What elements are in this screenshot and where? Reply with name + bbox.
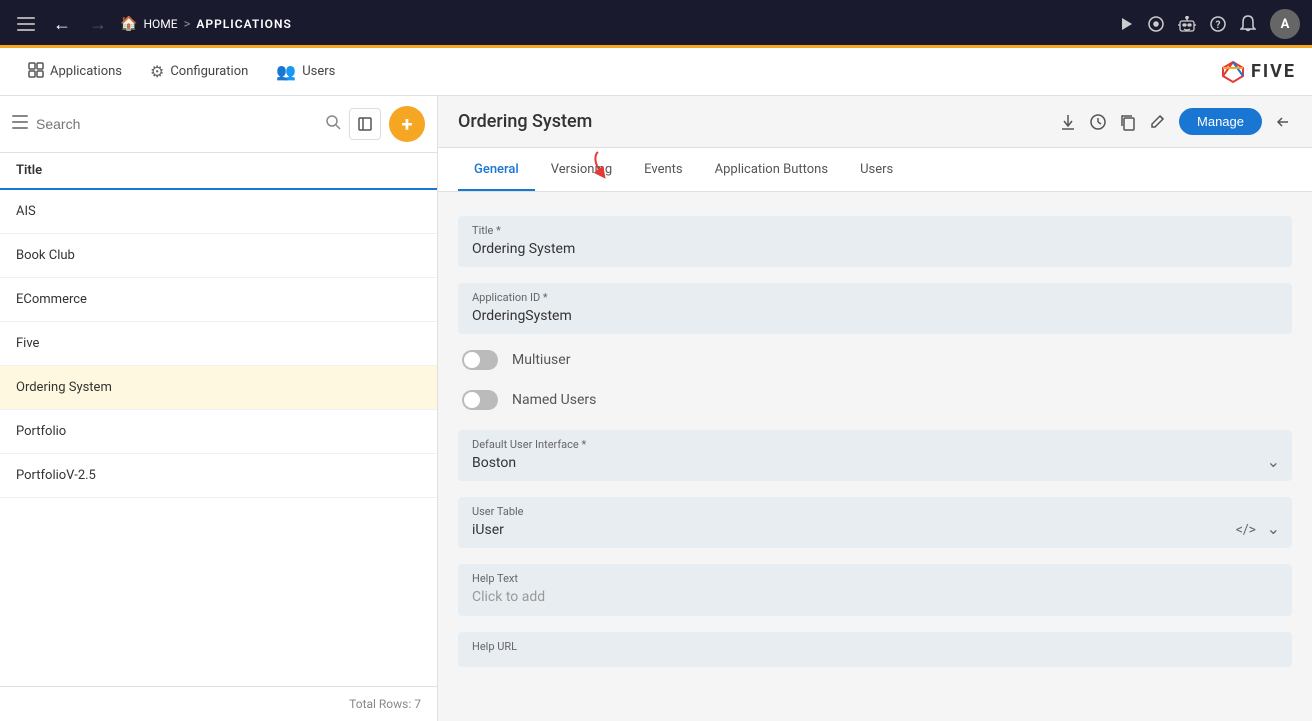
manage-button[interactable]: Manage [1179, 108, 1262, 135]
tabs-bar: General Versioning Events Application Bu… [438, 148, 1312, 192]
play-icon[interactable] [1118, 16, 1134, 32]
five-logo: FIVE [1219, 60, 1296, 84]
nav-configuration[interactable]: ⚙ Configuration [138, 54, 260, 89]
user-table-label: User Table [472, 505, 1278, 518]
users-label: Users [302, 64, 335, 79]
content-title: Ordering System [458, 111, 1059, 132]
five-brand-text: FIVE [1251, 61, 1296, 82]
search-input[interactable] [36, 116, 317, 132]
forward-nav-icon[interactable]: → [84, 10, 112, 38]
robot-icon[interactable] [1178, 16, 1196, 32]
named-users-toggle[interactable] [462, 390, 498, 410]
search-input-wrap [36, 116, 317, 132]
download-icon[interactable] [1059, 113, 1077, 131]
menu-icon[interactable] [12, 10, 40, 38]
copy-icon[interactable] [1119, 113, 1137, 131]
breadcrumb: 🏠 HOME > APPLICATIONS [120, 16, 292, 32]
top-nav: ← → 🏠 HOME > APPLICATIONS [0, 0, 1312, 48]
default-ui-value: Boston [472, 455, 1278, 471]
nav-users[interactable]: 👥 Users [264, 54, 347, 89]
multiuser-label: Multiuser [512, 352, 570, 368]
named-users-label: Named Users [512, 392, 596, 408]
configuration-label: Configuration [170, 64, 248, 79]
list-item-ecommerce[interactable]: ECommerce [0, 278, 437, 322]
home-label[interactable]: HOME [143, 17, 177, 31]
users-icon: 👥 [276, 62, 296, 81]
home-icon: 🏠 [120, 16, 137, 32]
sidebar-list-header: Title [0, 153, 437, 190]
top-nav-left: ← → 🏠 HOME > APPLICATIONS [12, 10, 1110, 38]
help-url-label: Help URL [472, 640, 1278, 653]
title-field-value: Ordering System [472, 241, 575, 257]
help-url-field: Help URL [458, 632, 1292, 667]
applications-label: Applications [50, 64, 122, 79]
clock-icon[interactable] [1089, 113, 1107, 131]
help-url-field-inner[interactable]: Help URL [458, 632, 1292, 667]
secondary-nav: Applications ⚙ Configuration 👥 Users FIV… [0, 48, 1312, 96]
sidebar-footer: Total Rows: 7 [0, 686, 437, 721]
top-nav-right: ? A [1118, 9, 1300, 39]
right-content: Ordering System [438, 96, 1312, 721]
sidebar-search-bar: + [0, 96, 437, 153]
list-item-ais[interactable]: AIS [0, 190, 437, 234]
applications-icon [28, 62, 44, 82]
current-page-label: APPLICATIONS [196, 17, 291, 31]
list-item-ordering-system[interactable]: Ordering System [0, 366, 437, 410]
tab-events[interactable]: Events [628, 148, 698, 191]
application-id-label: Application ID * [472, 291, 1278, 304]
multiuser-toggle-row: Multiuser [458, 350, 1292, 370]
tab-general[interactable]: General [458, 148, 535, 191]
chat-bubble-icon[interactable] [1148, 16, 1164, 32]
configuration-icon: ⚙ [150, 62, 164, 81]
named-users-toggle-row: Named Users [458, 390, 1292, 410]
help-text-field: Help Text Click to add [458, 564, 1292, 616]
edit-icon[interactable] [1149, 113, 1167, 131]
nav-applications[interactable]: Applications [16, 54, 134, 90]
content-back-icon[interactable] [1274, 113, 1292, 131]
application-id-value: OrderingSystem [472, 308, 572, 324]
svg-text:?: ? [1216, 20, 1221, 31]
tab-users[interactable]: Users [844, 148, 909, 191]
title-field: Title * Ordering System [458, 216, 1292, 267]
sidebar-list: AIS Book Club ECommerce Five Ordering Sy… [0, 190, 437, 686]
user-table-code-icon[interactable]: </> [1236, 522, 1256, 538]
default-ui-field[interactable]: Default User Interface * Boston ⌄ [458, 430, 1292, 481]
content-header: Ordering System [438, 96, 1312, 148]
help-text-placeholder: Click to add [472, 589, 545, 605]
tab-application-buttons[interactable]: Application Buttons [699, 148, 844, 191]
help-text-label: Help Text [472, 572, 1278, 585]
title-field-inner[interactable]: Title * Ordering System [458, 216, 1292, 267]
user-table-value: iUser [472, 522, 1278, 538]
add-button[interactable]: + [389, 106, 425, 142]
multiuser-toggle[interactable] [462, 350, 498, 370]
default-ui-label: Default User Interface * [472, 438, 1278, 451]
help-icon[interactable]: ? [1210, 16, 1226, 32]
user-table-field[interactable]: User Table iUser </> ⌄ [458, 497, 1292, 548]
list-item-book-club[interactable]: Book Club [0, 234, 437, 278]
user-table-dropdown-icon[interactable]: ⌄ [1267, 519, 1280, 538]
tab-versioning[interactable]: Versioning [535, 148, 628, 191]
content-actions: Manage [1059, 108, 1292, 135]
back-nav-icon[interactable]: ← [48, 10, 76, 38]
form-area: Title * Ordering System Application ID *… [438, 192, 1312, 721]
main-layout: + Title AIS Book Club ECommerce Five Ord… [0, 96, 1312, 721]
breadcrumb-sep: > [184, 17, 191, 32]
search-icon[interactable] [325, 114, 341, 134]
expand-icon[interactable] [349, 108, 381, 140]
list-item-portfolio-v25[interactable]: PortfolioV-2.5 [0, 454, 437, 498]
list-item-portfolio[interactable]: Portfolio [0, 410, 437, 454]
title-field-label: Title * [472, 224, 1278, 237]
list-item-five[interactable]: Five [0, 322, 437, 366]
left-sidebar: + Title AIS Book Club ECommerce Five Ord… [0, 96, 438, 721]
default-ui-dropdown-icon[interactable]: ⌄ [1267, 452, 1280, 471]
user-avatar[interactable]: A [1270, 9, 1300, 39]
sidebar-menu-icon[interactable] [12, 115, 28, 133]
help-text-field-inner[interactable]: Help Text Click to add [458, 564, 1292, 616]
notification-icon[interactable] [1240, 15, 1256, 33]
application-id-field: Application ID * OrderingSystem [458, 283, 1292, 334]
application-id-field-inner[interactable]: Application ID * OrderingSystem [458, 283, 1292, 334]
